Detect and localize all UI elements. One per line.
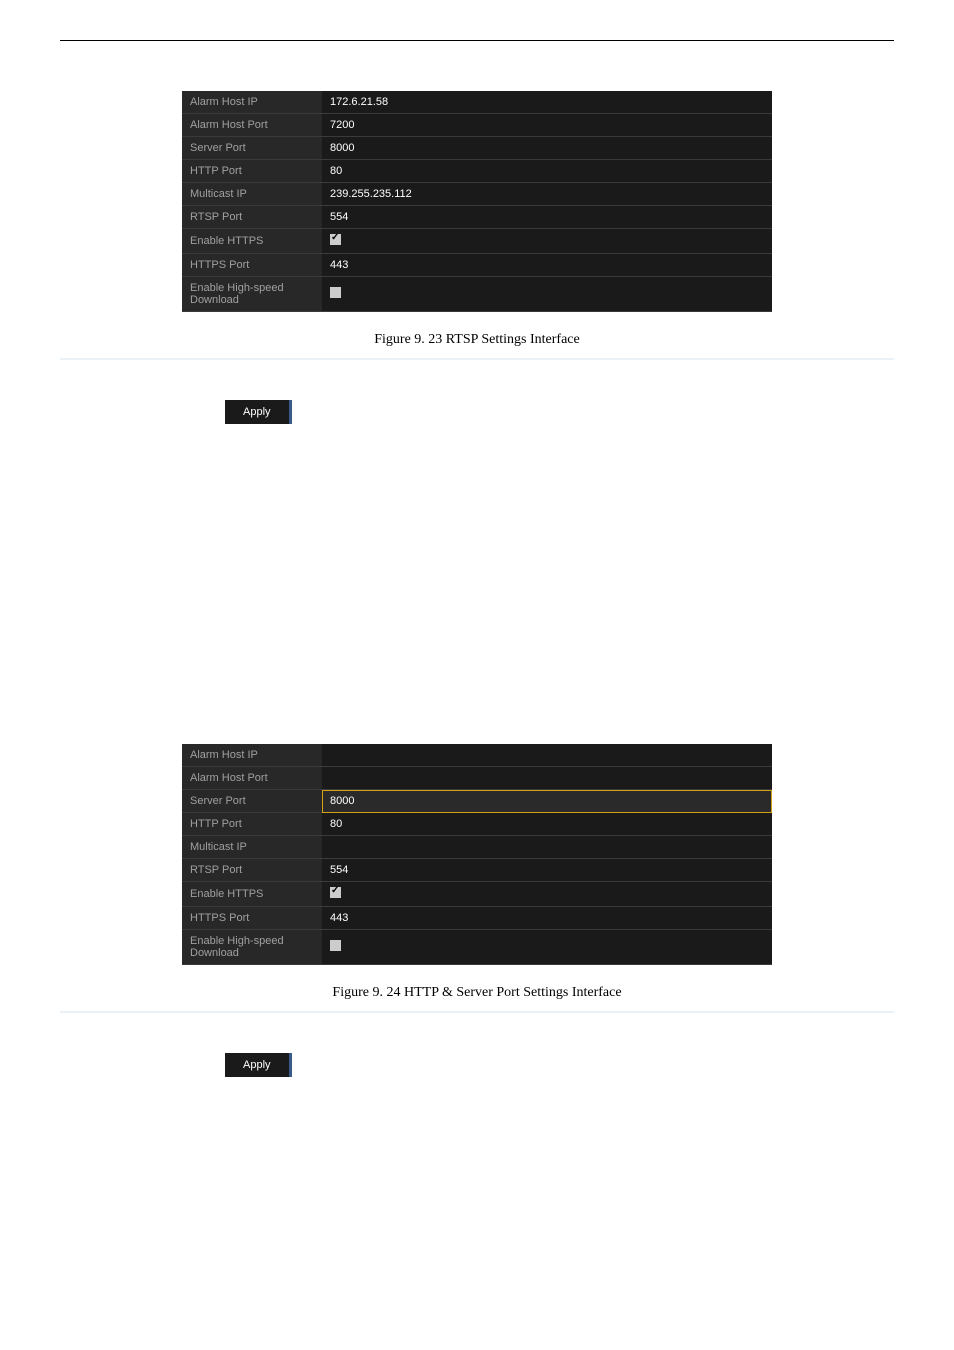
apply-button[interactable]: Apply <box>225 400 292 424</box>
label2-multicast-ip: Multicast IP <box>182 836 322 859</box>
row-http-port: HTTP Port 80 <box>182 160 772 183</box>
value-rtsp-port[interactable]: 554 <box>322 206 772 229</box>
checkbox-unchecked-icon[interactable] <box>330 287 341 298</box>
value-highspeed-download[interactable] <box>322 277 772 312</box>
label2-https-port: HTTPS Port <box>182 907 322 930</box>
row-enable-https: Enable HTTPS <box>182 229 772 254</box>
label2-http-port: HTTP Port <box>182 813 322 836</box>
value2-enable-https[interactable] <box>322 882 772 907</box>
value2-server-port[interactable]: 8000 <box>322 790 772 813</box>
label2-alarm-host-ip: Alarm Host IP <box>182 744 322 767</box>
row-multicast-ip: Multicast IP 239.255.235.112 <box>182 183 772 206</box>
label2-rtsp-port: RTSP Port <box>182 859 322 882</box>
figure-caption-http: Figure 9. 24 HTTP & Server Port Settings… <box>60 985 894 1001</box>
row2-alarm-host-port: Alarm Host Port <box>182 767 772 790</box>
figure-caption-rtsp: Figure 9. 23 RTSP Settings Interface <box>60 332 894 348</box>
row-alarm-host-port: Alarm Host Port 7200 <box>182 114 772 137</box>
label2-alarm-host-port: Alarm Host Port <box>182 767 322 790</box>
row-highspeed-download: Enable High-speed Download <box>182 277 772 312</box>
row2-multicast-ip: Multicast IP <box>182 836 772 859</box>
row2-rtsp-port: RTSP Port 554 <box>182 859 772 882</box>
label-rtsp-port: RTSP Port <box>182 206 322 229</box>
checkbox-unchecked-icon[interactable] <box>330 940 341 951</box>
settings-table-rtsp: Alarm Host IP 172.6.21.58 Alarm Host Por… <box>182 91 772 312</box>
apply-button[interactable]: Apply <box>225 1053 292 1077</box>
label-https-port: HTTPS Port <box>182 254 322 277</box>
value2-alarm-host-ip[interactable] <box>322 744 772 767</box>
value-multicast-ip[interactable]: 239.255.235.112 <box>322 183 772 206</box>
value-https-port[interactable]: 443 <box>322 254 772 277</box>
row2-server-port: Server Port 8000 <box>182 790 772 813</box>
checkbox-checked-icon[interactable] <box>330 887 341 898</box>
value-alarm-host-port[interactable]: 7200 <box>322 114 772 137</box>
label-server-port: Server Port <box>182 137 322 160</box>
label-multicast-ip: Multicast IP <box>182 183 322 206</box>
label-http-port: HTTP Port <box>182 160 322 183</box>
value2-https-port[interactable]: 443 <box>322 907 772 930</box>
row2-https-port: HTTPS Port 443 <box>182 907 772 930</box>
value-server-port[interactable]: 8000 <box>322 137 772 160</box>
label2-server-port: Server Port <box>182 790 322 813</box>
settings-table-http: Alarm Host IP Alarm Host Port Server Por… <box>182 744 772 965</box>
label2-enable-https: Enable HTTPS <box>182 882 322 907</box>
spacing <box>60 454 894 744</box>
value2-http-port[interactable]: 80 <box>322 813 772 836</box>
row-server-port: Server Port 8000 <box>182 137 772 160</box>
value-http-port[interactable]: 80 <box>322 160 772 183</box>
top-rule <box>60 40 894 41</box>
label-alarm-host-port: Alarm Host Port <box>182 114 322 137</box>
value2-highspeed-download[interactable] <box>322 930 772 965</box>
row-alarm-host-ip: Alarm Host IP 172.6.21.58 <box>182 91 772 114</box>
row-https-port: HTTPS Port 443 <box>182 254 772 277</box>
row-rtsp-port: RTSP Port 554 <box>182 206 772 229</box>
value2-alarm-host-port[interactable] <box>322 767 772 790</box>
label-enable-https: Enable HTTPS <box>182 229 322 254</box>
value-enable-https[interactable] <box>322 229 772 254</box>
row2-enable-https: Enable HTTPS <box>182 882 772 907</box>
value2-rtsp-port[interactable]: 554 <box>322 859 772 882</box>
value-alarm-host-ip[interactable]: 172.6.21.58 <box>322 91 772 114</box>
separator-line <box>60 1011 894 1013</box>
checkbox-checked-icon[interactable] <box>330 234 341 245</box>
label-alarm-host-ip: Alarm Host IP <box>182 91 322 114</box>
value2-multicast-ip[interactable] <box>322 836 772 859</box>
row2-highspeed-download: Enable High-speed Download <box>182 930 772 965</box>
label-highspeed-download: Enable High-speed Download <box>182 277 322 312</box>
separator-line <box>60 358 894 360</box>
row2-http-port: HTTP Port 80 <box>182 813 772 836</box>
label2-highspeed-download: Enable High-speed Download <box>182 930 322 965</box>
row2-alarm-host-ip: Alarm Host IP <box>182 744 772 767</box>
